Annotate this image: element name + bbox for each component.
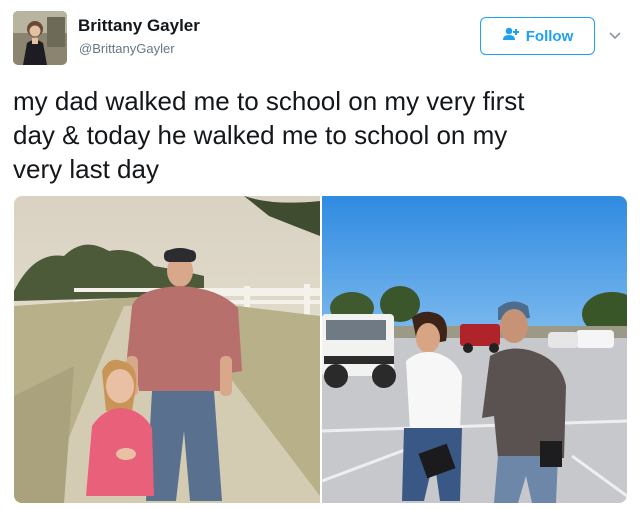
last-day-photo[interactable] [322, 196, 627, 503]
tweet-text-line: very last day [13, 154, 159, 184]
follow-label: Follow [525, 27, 574, 45]
first-day-photo[interactable] [14, 196, 320, 503]
tweet-header: Brittany Gayler @BrittanyGayler Follow [13, 11, 627, 67]
chevron-down-icon[interactable] [607, 29, 623, 43]
author-name[interactable]: Brittany Gayler [78, 16, 200, 36]
tweet-text-line: day & today he walked me to school on my [13, 120, 508, 150]
tweet-text-line: my dad walked me to school on my very fi… [13, 86, 525, 116]
avatar-image [13, 11, 67, 65]
author-avatar[interactable] [13, 11, 67, 65]
first-day-photo-image [14, 196, 320, 503]
follow-button[interactable]: Follow [480, 17, 595, 55]
add-user-icon [502, 27, 520, 45]
last-day-photo-image [322, 196, 627, 503]
author-handle[interactable]: @BrittanyGayler [79, 41, 175, 56]
tweet-text: my dad walked me to school on my very fi… [13, 84, 613, 186]
